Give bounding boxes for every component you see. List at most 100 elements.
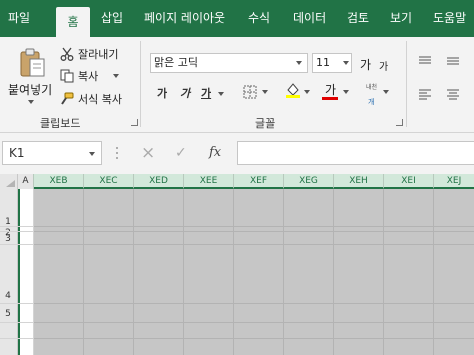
cut-button[interactable]: 잘라내기 (78, 46, 118, 62)
row-divider (18, 303, 34, 304)
formula-input[interactable] (237, 141, 474, 165)
row-divider (0, 244, 18, 245)
copy-button[interactable]: 복사 (78, 68, 98, 84)
column-header[interactable]: XEH (334, 174, 384, 189)
tab-file[interactable]: 파일 (8, 0, 30, 37)
font-color-dropdown-icon[interactable] (343, 90, 349, 94)
tab-home[interactable]: 홈 (56, 7, 90, 37)
clipboard-group-label: 클립보드 (40, 117, 81, 130)
row-divider (18, 338, 34, 339)
copy-dropdown-icon[interactable] (113, 74, 119, 78)
row-header[interactable]: 5 (0, 309, 16, 319)
decrease-font-size-button[interactable]: 가 (379, 58, 388, 73)
font-name-dropdown-icon[interactable] (296, 61, 302, 65)
tab-insert[interactable]: 삽입 (101, 0, 123, 37)
column-header[interactable]: XEB (34, 174, 84, 189)
font-name-input[interactable]: 맑은 고딕 (150, 53, 308, 73)
tab-review[interactable]: 검토 (347, 0, 369, 37)
font-color-button[interactable]: 가 (325, 81, 336, 98)
row-divider (0, 226, 18, 227)
ribbon-tab-bar: 파일 홈 삽입 페이지 레이아웃 수식 데이터 검토 보기 도움말 (0, 0, 474, 37)
gridline (233, 189, 234, 355)
format-painter-icon[interactable] (60, 91, 74, 110)
bold-button[interactable]: 가 (157, 85, 167, 101)
align-middle-icon[interactable] (446, 52, 460, 71)
svg-text:개: 개 (368, 97, 374, 105)
underline-dropdown-icon[interactable] (218, 92, 224, 96)
tab-data[interactable]: 데이터 (293, 0, 326, 37)
gridline (383, 189, 384, 355)
borders-icon[interactable] (243, 84, 257, 103)
gridline (133, 189, 134, 355)
row-header[interactable]: 4 (0, 291, 16, 301)
row-divider (18, 231, 34, 232)
tab-page-layout[interactable]: 페이지 레이아웃 (144, 0, 225, 37)
tab-formulas[interactable]: 수식 (248, 0, 270, 37)
select-all-triangle-icon (6, 180, 15, 187)
increase-font-size-button[interactable]: 가 (360, 56, 371, 73)
fill-color-icon[interactable] (285, 81, 301, 103)
gridline (183, 189, 184, 355)
cancel-icon[interactable]: × (141, 141, 155, 165)
column-header[interactable]: XEJ (434, 174, 474, 189)
row-divider (18, 244, 34, 245)
font-color-swatch (322, 97, 338, 100)
row-header[interactable]: 3 (0, 234, 16, 244)
group-separator (406, 41, 407, 127)
gridline (433, 189, 434, 355)
row-divider (0, 338, 18, 339)
column-header-a[interactable]: A (18, 174, 34, 189)
gridline (83, 189, 84, 355)
italic-button[interactable]: 가 (180, 85, 190, 101)
paste-button[interactable]: 붙여넣기 (8, 81, 52, 98)
gridline (34, 244, 474, 245)
paste-icon[interactable] (19, 48, 47, 82)
row-divider (0, 231, 18, 232)
gridline (333, 189, 334, 355)
name-box-dropdown-icon[interactable] (89, 152, 95, 156)
phonetic-guide-dropdown-icon[interactable] (383, 90, 389, 94)
align-top-icon[interactable] (418, 52, 432, 71)
fill-color-dropdown-icon[interactable] (304, 90, 310, 94)
phonetic-guide-icon: 개 (368, 90, 378, 109)
underline-button[interactable]: 가 (201, 85, 211, 101)
gridline (34, 338, 474, 339)
cut-icon[interactable] (60, 46, 74, 65)
formula-buttons: × ✓ fx (127, 141, 231, 165)
paste-dropdown-icon[interactable] (28, 100, 34, 104)
column-header[interactable]: XEE (184, 174, 234, 189)
borders-dropdown-icon[interactable] (262, 90, 268, 94)
row-divider (18, 226, 34, 227)
column-header[interactable]: XEG (284, 174, 334, 189)
format-painter-button[interactable]: 서식 복사 (78, 91, 122, 107)
row-header-bar: 1 2 3 4 5 (0, 189, 18, 355)
gridline (34, 231, 474, 232)
tab-view[interactable]: 보기 (390, 0, 412, 37)
clipboard-dialog-launcher-icon[interactable] (131, 119, 138, 126)
font-dialog-launcher-icon[interactable] (396, 119, 403, 126)
formula-bar-grip-icon[interactable] (116, 145, 118, 161)
name-box[interactable]: K1 (2, 141, 102, 165)
column-a-cells[interactable] (18, 189, 34, 355)
align-left-icon[interactable] (418, 85, 432, 104)
selected-cell-range[interactable] (34, 189, 474, 355)
column-header[interactable]: XEI (384, 174, 434, 189)
align-center-icon[interactable] (446, 85, 460, 104)
row-divider (0, 322, 18, 323)
gridline (34, 303, 474, 304)
gridline (34, 226, 474, 227)
formula-bar: K1 × ✓ fx (0, 133, 474, 174)
gridline (34, 322, 474, 323)
insert-function-icon[interactable]: fx (209, 141, 221, 165)
ribbon-home: 붙여넣기 잘라내기 복사 서식 복사 클립보드 맑은 고딕 11 가 가 가 가… (0, 37, 474, 133)
copy-icon[interactable] (60, 68, 74, 87)
column-header[interactable]: XEF (234, 174, 284, 189)
tab-help[interactable]: 도움말 (433, 0, 466, 37)
column-header[interactable]: XEC (84, 174, 134, 189)
row-divider (18, 322, 34, 323)
enter-icon[interactable]: ✓ (175, 141, 187, 165)
font-size-dropdown-icon[interactable] (343, 61, 349, 65)
column-header[interactable]: XED (134, 174, 184, 189)
row-divider (0, 303, 18, 304)
group-separator (140, 41, 141, 127)
